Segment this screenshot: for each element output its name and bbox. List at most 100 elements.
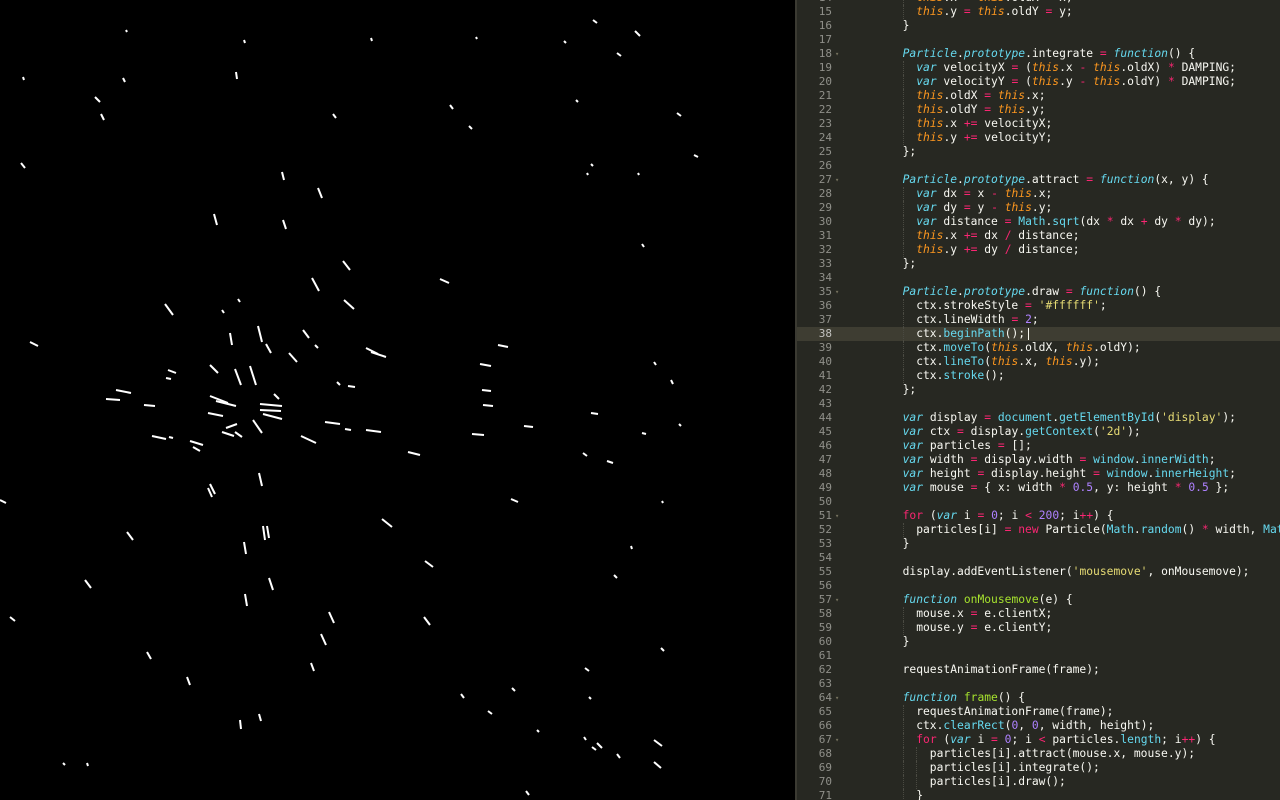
code-line[interactable]: 42 }; — [797, 383, 1280, 397]
code-line[interactable]: 16 } — [797, 19, 1280, 33]
code-editor[interactable]: 14 this.x = this.oldX = x;15 this.y = th… — [797, 0, 1280, 800]
code-line[interactable]: 30 var distance = Math.sqrt(dx * dx + dy… — [797, 215, 1280, 229]
particle-streak — [584, 667, 590, 672]
particle-streak — [259, 403, 283, 407]
code-line[interactable]: 17 — [797, 33, 1280, 47]
code-line[interactable]: 61 — [797, 649, 1280, 663]
fold-toggle-icon[interactable]: ▾ — [835, 173, 843, 187]
code-line[interactable]: 64 ▾ function frame() { — [797, 691, 1280, 705]
code-line[interactable]: 32 this.y += dy / distance; — [797, 243, 1280, 257]
code-line[interactable]: 47 var width = display.width = window.in… — [797, 453, 1280, 467]
particle-streak — [310, 662, 315, 672]
fold-toggle-icon[interactable]: ▾ — [835, 47, 843, 61]
code-line[interactable]: 25 }; — [797, 145, 1280, 159]
particle-streak — [511, 687, 516, 692]
code-line[interactable]: 38 ctx.beginPath(); — [797, 327, 1280, 341]
code-line[interactable]: 55 display.addEventListener('mousemove',… — [797, 565, 1280, 579]
code-line[interactable]: 36 ctx.strokeStyle = '#ffffff'; — [797, 299, 1280, 313]
code-line[interactable]: 43 — [797, 397, 1280, 411]
code-line[interactable]: 26 — [797, 159, 1280, 173]
code-line[interactable]: 15 this.y = this.oldY = y; — [797, 5, 1280, 19]
fold-toggle-icon[interactable]: ▾ — [835, 691, 843, 705]
code-line[interactable]: 65 requestAnimationFrame(frame); — [797, 705, 1280, 719]
fold-toggle-icon[interactable]: ▾ — [835, 509, 843, 523]
particle-streak — [365, 429, 382, 433]
code-line[interactable]: 51 ▾ for (var i = 0; i < 200; i++) { — [797, 509, 1280, 523]
code-text: } — [889, 19, 910, 32]
fold-toggle-icon[interactable]: ▾ — [835, 285, 843, 299]
code-line[interactable]: 37 ctx.lineWidth = 2; — [797, 313, 1280, 327]
particle-streak — [115, 389, 132, 394]
particle-streak — [661, 500, 664, 504]
code-line[interactable]: 34 — [797, 271, 1280, 285]
code-line[interactable]: 44 var display = document.getElementById… — [797, 411, 1280, 425]
line-number: 61 — [818, 649, 832, 662]
code-line[interactable]: 29 var dy = y - this.y; — [797, 201, 1280, 215]
code-line[interactable]: 60 } — [797, 635, 1280, 649]
line-number: 70 — [818, 775, 832, 788]
code-line[interactable]: 22 this.oldY = this.y; — [797, 103, 1280, 117]
code-line[interactable]: 49 var mouse = { x: width * 0.5, y: heig… — [797, 481, 1280, 495]
code-line[interactable]: 56 — [797, 579, 1280, 593]
particle-streak — [641, 432, 647, 435]
text-cursor — [1028, 328, 1030, 340]
line-number: 17 — [818, 33, 832, 46]
code-line[interactable]: 62 requestAnimationFrame(frame); — [797, 663, 1280, 677]
code-line[interactable]: 50 — [797, 495, 1280, 509]
code-line[interactable]: 53 } — [797, 537, 1280, 551]
particle-streak — [100, 113, 105, 121]
code-line[interactable]: 35 ▾ Particle.prototype.draw = function()… — [797, 285, 1280, 299]
code-line[interactable]: 24 this.y += velocityY; — [797, 131, 1280, 145]
code-line[interactable]: 19 var velocityX = (this.x - this.oldX) … — [797, 61, 1280, 75]
code-line[interactable]: 58 mouse.x = e.clientX; — [797, 607, 1280, 621]
code-line[interactable]: 63 — [797, 677, 1280, 691]
code-line[interactable]: 18 ▾ Particle.prototype.integrate = funct… — [797, 47, 1280, 61]
code-line[interactable]: 52 particles[i] = new Particle(Math.rand… — [797, 523, 1280, 537]
code-line[interactable]: 71 } — [797, 789, 1280, 800]
code-line[interactable]: 33 }; — [797, 257, 1280, 271]
particle-streak — [613, 574, 618, 579]
fold-toggle-icon[interactable]: ▾ — [835, 593, 843, 607]
particle-streak — [634, 30, 641, 37]
particle-streak — [660, 647, 665, 652]
particle-field[interactable] — [0, 0, 795, 800]
code-line[interactable]: 23 this.x += velocityX; — [797, 117, 1280, 131]
code-line[interactable]: 41 ctx.stroke(); — [797, 369, 1280, 383]
particle-streak — [300, 435, 317, 444]
particle-streak — [590, 163, 594, 167]
code-text: this.y += dy / distance; — [916, 243, 1080, 256]
code-line[interactable]: 28 var dx = x - this.x; — [797, 187, 1280, 201]
code-line[interactable]: 54 — [797, 551, 1280, 565]
code-text: this.y = this.oldY = y; — [916, 5, 1073, 18]
line-number: 59 — [818, 621, 832, 634]
particle-streak — [122, 77, 126, 83]
code-line[interactable]: 48 var height = display.height = window.… — [797, 467, 1280, 481]
code-line[interactable]: 20 var velocityY = (this.y - this.oldY) … — [797, 75, 1280, 89]
code-line[interactable]: 59 mouse.y = e.clientY; — [797, 621, 1280, 635]
code-line[interactable]: 69 particles[i].integrate(); — [797, 761, 1280, 775]
code-line[interactable]: 66 ctx.clearRect(0, 0, width, height); — [797, 719, 1280, 733]
code-line[interactable]: 46 var particles = []; — [797, 439, 1280, 453]
code-line[interactable]: 67 ▾ for (var i = 0; i < particles.length… — [797, 733, 1280, 747]
code-text: ctx.lineWidth = 2; — [889, 313, 1039, 326]
line-number: 29 — [818, 201, 832, 214]
line-number: 21 — [818, 89, 832, 102]
code-text: ctx.lineTo(this.x, this.y); — [889, 355, 1100, 368]
code-line[interactable]: 70 particles[i].draw(); — [797, 775, 1280, 789]
fold-toggle-icon[interactable]: ▾ — [835, 733, 843, 747]
code-line[interactable]: 21 this.oldX = this.x; — [797, 89, 1280, 103]
code-text: function frame() { — [902, 691, 1026, 704]
particle-streak — [510, 498, 519, 503]
code-line[interactable]: 45 var ctx = display.getContext('2d'); — [797, 425, 1280, 439]
code-line[interactable]: 27 ▾ Particle.prototype.attract = functio… — [797, 173, 1280, 187]
code-text: this.oldX = this.x; — [916, 89, 1046, 102]
code-line[interactable]: 68 particles[i].attract(mouse.x, mouse.y… — [797, 747, 1280, 761]
line-number: 62 — [818, 663, 832, 676]
code-line[interactable]: 57 ▾ function onMousemove(e) { — [797, 593, 1280, 607]
code-line[interactable]: 31 this.x += dx / distance; — [797, 229, 1280, 243]
code-line[interactable]: 39 ctx.moveTo(this.oldX, this.oldY); — [797, 341, 1280, 355]
code-line[interactable]: 40 ctx.lineTo(this.x, this.y); — [797, 355, 1280, 369]
particle-streak — [525, 790, 530, 796]
particle-canvas[interactable] — [0, 0, 795, 800]
code-text: display.addEventListener('mousemove', on… — [889, 565, 1250, 578]
